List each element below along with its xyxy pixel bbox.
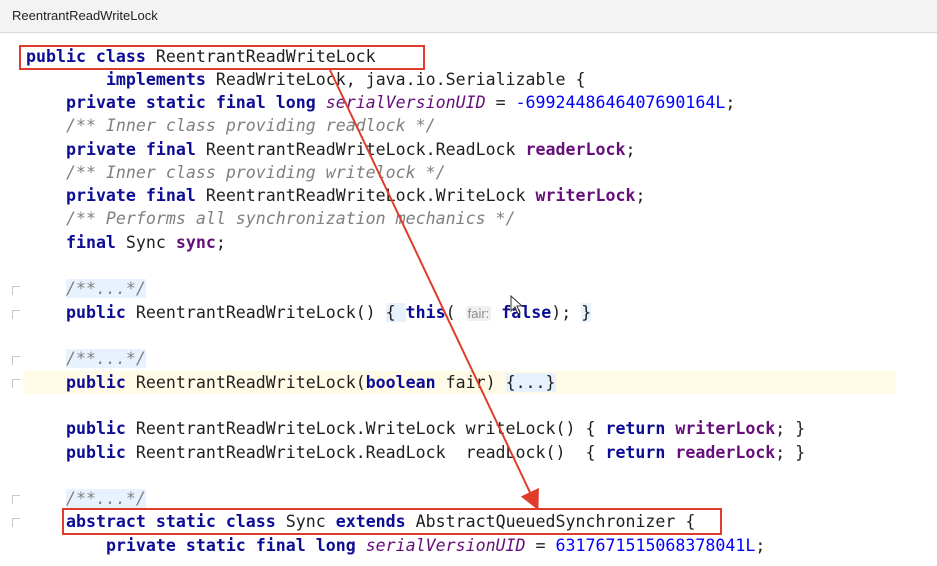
folded-comment[interactable]: /**...*/ xyxy=(65,349,146,368)
keyword: false xyxy=(501,303,552,322)
field-name: writerLock xyxy=(675,419,776,438)
code-text: = xyxy=(525,536,556,555)
keyword: return xyxy=(605,443,676,462)
code-text: ( xyxy=(445,303,466,322)
type-name: ReentrantReadWriteLock.WriteLock xyxy=(205,186,536,205)
annotation-box-class-decl xyxy=(19,45,425,70)
comment: /** Inner class providing writelock */ xyxy=(65,163,446,182)
code-text: ; xyxy=(725,93,736,112)
code-text: = xyxy=(485,93,516,112)
code-text: ); xyxy=(551,303,582,322)
code-line-default-constructor[interactable]: public ReentrantReadWriteLock() { this( … xyxy=(26,301,592,324)
keyword: boolean xyxy=(365,373,446,392)
code-line-folded-comment[interactable]: /**...*/ xyxy=(26,277,146,300)
field-name: readerLock xyxy=(675,443,776,462)
code-line-read-lock-method[interactable]: public ReentrantReadWriteLock.ReadLock r… xyxy=(26,441,805,464)
keyword: return xyxy=(605,419,676,438)
keyword: public xyxy=(65,303,136,322)
keyword: implements xyxy=(105,70,216,89)
code-line-reader-lock[interactable]: private final ReentrantReadWriteLock.Rea… xyxy=(26,138,635,161)
number-literal: -6992448646407690164L xyxy=(515,93,726,112)
keyword: this xyxy=(405,303,446,322)
annotation-box-sync-class xyxy=(62,508,722,535)
code-text: ; } xyxy=(775,443,806,462)
keyword: public xyxy=(65,373,136,392)
code-line-folded-comment[interactable]: /**...*/ xyxy=(26,347,146,370)
parameter: fair) xyxy=(445,373,506,392)
comment: /** Inner class providing readlock */ xyxy=(65,116,436,135)
editor-tab-title[interactable]: ReentrantReadWriteLock xyxy=(12,8,158,23)
field-name: sync xyxy=(175,233,216,252)
method-signature: ReentrantReadWriteLock.ReadLock readLock… xyxy=(135,443,606,462)
fold-brace[interactable]: } xyxy=(581,303,592,322)
keyword: private final xyxy=(65,186,206,205)
code-line-serial-uid[interactable]: private static final long serialVersionU… xyxy=(26,91,735,114)
code-text: ; xyxy=(215,233,226,252)
code-text: ; xyxy=(755,536,766,555)
keyword: public xyxy=(65,443,136,462)
parameter-hint: fair: xyxy=(465,306,492,321)
editor-tab-bar: ReentrantReadWriteLock xyxy=(0,0,937,33)
code-line-fair-constructor[interactable]: public ReentrantReadWriteLock(boolean fa… xyxy=(26,371,556,394)
type-name: ReentrantReadWriteLock.ReadLock xyxy=(205,140,526,159)
fold-marker[interactable] xyxy=(12,495,20,504)
method-signature: ReentrantReadWriteLock() xyxy=(135,303,386,322)
comment: /** Performs all synchronization mechani… xyxy=(65,209,516,228)
mouse-cursor-icon xyxy=(510,295,524,315)
keyword: private final xyxy=(65,140,206,159)
code-line-implements[interactable]: implements ReadWriteLock, java.io.Serial… xyxy=(26,68,586,91)
fold-marker[interactable] xyxy=(12,356,20,365)
code-line-write-lock-method[interactable]: public ReentrantReadWriteLock.WriteLock … xyxy=(26,417,805,440)
method-signature: ReentrantReadWriteLock.WriteLock writeLo… xyxy=(135,419,606,438)
code-text: ; xyxy=(635,186,646,205)
code-line-folded-comment[interactable]: /**...*/ xyxy=(26,487,146,510)
code-line-comment[interactable]: /** Performs all synchronization mechani… xyxy=(26,207,516,230)
code-line-sync-field[interactable]: final Sync sync; xyxy=(26,231,226,254)
type-name: Sync xyxy=(125,233,176,252)
field-name: readerLock xyxy=(525,140,626,159)
folded-comment[interactable]: /**...*/ xyxy=(65,489,146,508)
folded-body[interactable]: {...} xyxy=(505,373,556,392)
fold-brace[interactable]: { xyxy=(385,303,406,322)
code-text: ; } xyxy=(775,419,806,438)
code-text: ; xyxy=(625,140,636,159)
keyword: private static final long xyxy=(65,93,326,112)
fold-marker[interactable] xyxy=(12,518,20,527)
number-literal: 6317671515068378041L xyxy=(555,536,756,555)
fold-marker[interactable] xyxy=(12,379,20,388)
code-text: ReadWriteLock, java.io.Serializable { xyxy=(215,70,586,89)
code-line-writer-lock[interactable]: private final ReentrantReadWriteLock.Wri… xyxy=(26,184,645,207)
code-line-comment[interactable]: /** Inner class providing writelock */ xyxy=(26,161,446,184)
fold-marker[interactable] xyxy=(12,286,20,295)
keyword: final xyxy=(65,233,126,252)
keyword: private static final long xyxy=(105,536,366,555)
folded-comment[interactable]: /**...*/ xyxy=(65,279,146,298)
keyword: public xyxy=(65,419,136,438)
field-name: writerLock xyxy=(535,186,636,205)
code-line-comment[interactable]: /** Inner class providing readlock */ xyxy=(26,114,436,137)
static-field: serialVersionUID xyxy=(365,536,526,555)
static-field: serialVersionUID xyxy=(325,93,486,112)
code-line-sync-serial-uid[interactable]: private static final long serialVersionU… xyxy=(26,534,765,557)
fold-marker[interactable] xyxy=(12,310,20,319)
method-signature: ReentrantReadWriteLock( xyxy=(135,373,366,392)
